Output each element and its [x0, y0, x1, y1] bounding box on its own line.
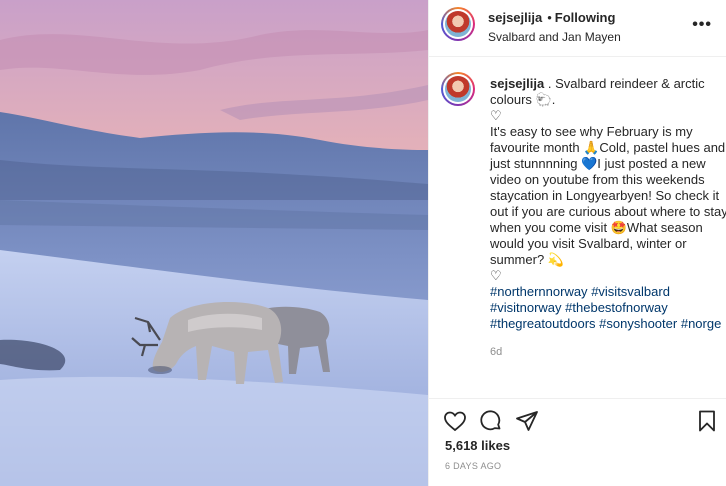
hashtag-link[interactable]: #visitnorway — [490, 300, 562, 315]
location-link[interactable]: Svalbard and Jan Mayen — [488, 29, 621, 45]
post-header: sejsejlija • Following Svalbard and Jan Ma… — [429, 0, 726, 57]
hashtag-link[interactable]: #sonyshooter — [599, 316, 677, 331]
bookmark-icon[interactable] — [695, 409, 719, 433]
caption-text: sejsejlija . Svalbard reindeer & arctic … — [490, 76, 726, 360]
hashtag-link[interactable]: #thegreatoutdoors — [490, 316, 596, 331]
comment-icon[interactable] — [479, 409, 503, 433]
post-timestamp[interactable]: 6 DAYS AGO — [445, 461, 501, 471]
following-button[interactable]: Following — [555, 10, 616, 25]
avatar[interactable] — [441, 72, 475, 106]
avatar[interactable] — [441, 7, 475, 41]
post-panel: sejsejlija • Following Svalbard and Jan Ma… — [428, 0, 726, 486]
more-options-icon[interactable]: ••• — [692, 16, 712, 34]
caption-line: ♡ — [490, 108, 502, 123]
share-icon[interactable] — [515, 409, 539, 433]
hashtag-link[interactable]: #northernnorway — [490, 284, 588, 299]
heart-icon[interactable] — [443, 409, 467, 433]
action-bar: 5,618 likes 6 DAYS AGO — [429, 398, 726, 486]
hashtag-link[interactable]: #thebestofnorway — [565, 300, 668, 315]
caption-username-link[interactable]: sejsejlija — [490, 76, 544, 91]
likes-count[interactable]: 5,618 likes — [445, 438, 510, 453]
username-link[interactable]: sejsejlija — [488, 10, 542, 25]
caption-line: ♡ — [490, 268, 502, 283]
comment-age[interactable]: 6d — [490, 344, 726, 360]
hashtag-link[interactable]: #norge — [681, 316, 721, 331]
caption-line: It's easy to see why February is my favo… — [490, 124, 726, 267]
separator-dot: • — [547, 10, 552, 25]
hashtag-link[interactable]: #visitsvalbard — [591, 284, 670, 299]
post-photo[interactable] — [0, 0, 428, 486]
